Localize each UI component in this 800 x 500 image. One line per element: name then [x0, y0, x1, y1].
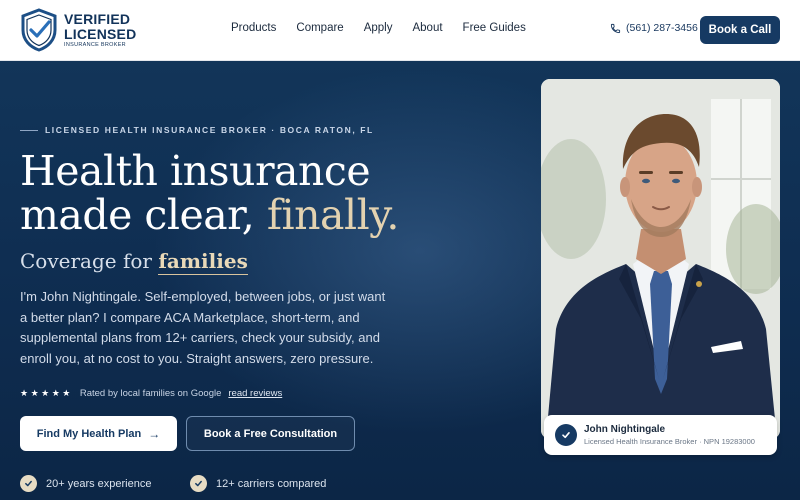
agent-name: John Nightingale — [584, 424, 666, 435]
feature-label: 12+ carriers compared — [216, 477, 327, 490]
nav-apply[interactable]: Apply — [364, 22, 393, 34]
feature-label: 20+ years experience — [46, 477, 152, 490]
find-health-plan-button[interactable]: Find My Health Plan → — [20, 416, 177, 451]
logo-line-2: LICENSED — [64, 25, 137, 42]
headline-line-2-plain: made clear, — [20, 191, 267, 239]
main-nav: Products Compare Apply About Free Guides — [231, 22, 546, 34]
hero-description: I'm John Nightingale. Self-employed, bet… — [20, 289, 386, 367]
hero-subheading: Coverage for families — [20, 249, 248, 275]
rating-text: Rated by local families on Google — [79, 388, 222, 399]
eyebrow: LICENSED HEALTH INSURANCE BROKER · BOCA … — [20, 125, 374, 135]
phone-icon — [610, 23, 621, 33]
book-call-button[interactable]: Book a Call — [700, 16, 780, 44]
eyebrow-text: LICENSED HEALTH INSURANCE BROKER · BOCA … — [45, 125, 374, 135]
shield-check-icon — [21, 8, 57, 52]
headline-accent: finally. — [266, 191, 400, 239]
logo-line-3: INSURANCE BROKER — [64, 41, 126, 48]
site-header: VERIFIED LICENSED INSURANCE BROKER Produ… — [0, 0, 800, 61]
agent-portrait — [541, 79, 780, 439]
sub-emphasis: families — [158, 249, 248, 275]
phone-link[interactable]: (561) 287-3456 — [610, 22, 698, 34]
check-icon — [20, 475, 37, 492]
nav-products[interactable]: Products — [231, 22, 276, 34]
logo-line-1: VERIFIED — [64, 10, 131, 27]
agent-name-card: John Nightingale Licensed Health Insuran… — [544, 415, 777, 455]
read-reviews-link[interactable]: read reviews — [228, 388, 282, 399]
nav-free-guides[interactable]: Free Guides — [463, 22, 526, 34]
find-health-plan-label: Find My Health Plan — [36, 427, 142, 440]
nav-about[interactable]: About — [412, 22, 442, 34]
hero-headline: Health insurance made clear, finally. — [20, 149, 399, 237]
eyebrow-rule — [20, 129, 38, 131]
check-icon — [190, 475, 207, 492]
logo-text: VERIFIED LICENSED INSURANCE BROKER — [64, 12, 136, 49]
verified-check-icon — [555, 424, 577, 446]
feature-carriers: 12+ carriers compared — [190, 475, 326, 492]
agent-credential: Licensed Health Insurance Broker · NPN 1… — [584, 437, 755, 446]
free-consultation-button[interactable]: Book a Free Consultation — [186, 416, 355, 451]
rating-row: ★★★★★ Rated by local families on Google … — [20, 388, 282, 399]
sub-prefix: Coverage for — [20, 249, 159, 273]
headline-line-2: made clear, finally. — [20, 193, 399, 237]
phone-number: (561) 287-3456 — [626, 22, 698, 34]
feature-experience: 20+ years experience — [20, 475, 151, 492]
brand-logo[interactable]: VERIFIED LICENSED INSURANCE BROKER — [20, 8, 136, 52]
arrow-right-icon: → — [148, 426, 161, 441]
headline-line-1: Health insurance — [20, 147, 371, 195]
nav-compare[interactable]: Compare — [296, 22, 343, 34]
rating-stars: ★★★★★ — [20, 388, 73, 398]
